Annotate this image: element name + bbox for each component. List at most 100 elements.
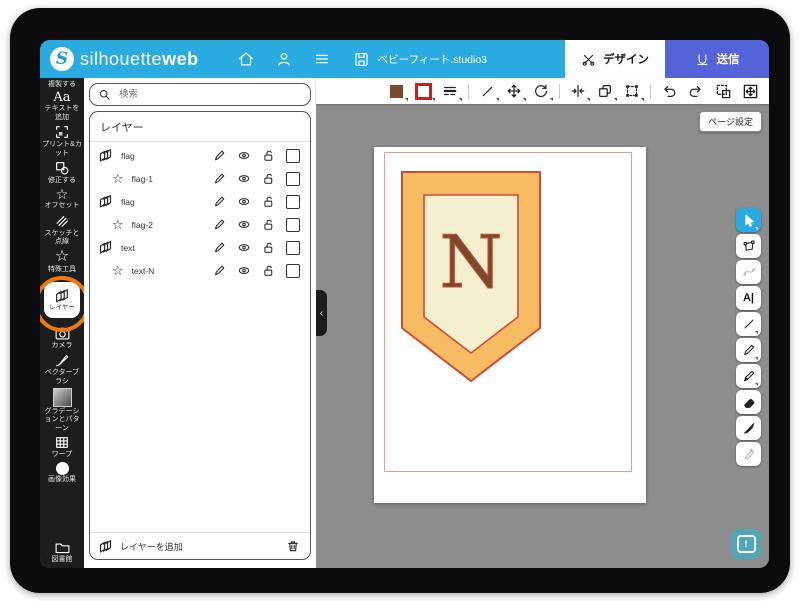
rotate-button[interactable] <box>532 82 550 100</box>
layer-row-flag-2[interactable]: flag <box>90 190 310 213</box>
visibility-eye-icon[interactable] <box>237 195 251 208</box>
fill-color-button[interactable] <box>387 82 405 100</box>
sidebar-item-warp[interactable]: ワープ <box>40 435 84 459</box>
unlock-icon[interactable] <box>262 195 275 208</box>
modify-shapes-icon <box>54 160 70 176</box>
save-file-icon <box>353 51 370 68</box>
tool-line[interactable] <box>736 312 761 336</box>
search-icon <box>98 88 111 101</box>
tool-knife[interactable] <box>736 416 761 440</box>
app-screen: S silhouetteweb ベビーフィート.studio3 デザイン 送 <box>40 40 769 568</box>
tab-send[interactable]: 送信 <box>665 40 769 78</box>
edit-pencil-icon[interactable] <box>213 195 226 208</box>
sidebar-item-add-text[interactable]: Aa テキストを追加 <box>40 91 84 122</box>
canvas-workspace[interactable]: ページ設定 N ‹ A| <box>316 104 769 568</box>
visibility-eye-icon[interactable] <box>237 264 251 277</box>
sidebar-item-special-tools[interactable]: ☆ 特殊工具 <box>40 249 84 274</box>
gradient-swatch-icon <box>53 388 72 407</box>
layer-select-checkbox[interactable] <box>286 241 300 255</box>
layer-search-input[interactable] <box>117 88 302 101</box>
tool-select[interactable] <box>736 208 761 232</box>
layer-row-text[interactable]: text <box>90 236 310 259</box>
unlock-icon[interactable] <box>262 149 275 162</box>
layer-row-flag-2-sub[interactable]: ☆ flag-2 <box>90 213 310 236</box>
menu-button[interactable] <box>313 50 331 68</box>
transform-button[interactable] <box>623 82 641 100</box>
redo-button[interactable] <box>687 82 705 100</box>
layers-button-active[interactable]: レイヤー <box>44 282 80 318</box>
edit-pencil-icon[interactable] <box>213 149 226 162</box>
hamburger-menu-icon <box>313 50 331 68</box>
edit-pencil-icon[interactable] <box>213 172 226 185</box>
sidebar-item-camera[interactable]: カメラ <box>40 325 84 350</box>
cutting-machine-icon <box>695 52 710 67</box>
draw-line-button[interactable] <box>478 82 496 100</box>
eraser-icon <box>742 395 756 409</box>
layer-row-flag-1[interactable]: flag <box>90 144 310 167</box>
layers-panel-column: レイヤー flag ☆ <box>84 78 316 568</box>
sidebar-item-camera-label: カメラ <box>42 342 82 350</box>
page-settings-button[interactable]: ページ設定 <box>699 111 762 132</box>
visibility-eye-icon[interactable] <box>237 149 251 162</box>
undo-icon <box>661 83 677 99</box>
edit-pencil-icon[interactable] <box>213 241 226 254</box>
unlock-icon[interactable] <box>262 172 275 185</box>
add-layer-button[interactable]: レイヤーを追加 <box>120 540 183 553</box>
sidebar-item-duplicate[interactable]: 複製する <box>40 81 84 89</box>
unlock-icon[interactable] <box>262 264 275 277</box>
edit-pencil-icon[interactable] <box>213 264 226 277</box>
sidebar-item-sketch[interactable]: スケッチと点線 <box>40 213 84 247</box>
layer-select-checkbox[interactable] <box>286 172 300 186</box>
sidebar-item-layers[interactable]: レイヤー <box>40 282 84 318</box>
artboard-page[interactable]: N <box>374 147 646 503</box>
sidebar-item-library[interactable]: 図書館 <box>40 540 84 564</box>
align-button[interactable] <box>569 82 587 100</box>
tool-pen[interactable] <box>736 364 761 388</box>
feedback-button[interactable]: ! <box>731 529 761 559</box>
layer-row-flag-1-sub[interactable]: ☆ flag-1 <box>90 167 310 190</box>
layers-icon <box>98 240 113 255</box>
unlock-icon[interactable] <box>262 241 275 254</box>
sidebar-item-modify[interactable]: 修正する <box>40 160 84 185</box>
layer-select-checkbox[interactable] <box>286 195 300 209</box>
toolbar-divider <box>468 84 469 99</box>
open-filename[interactable]: ベビーフィート.studio3 <box>378 52 487 67</box>
layer-select-checkbox[interactable] <box>286 218 300 232</box>
tool-pencil[interactable] <box>736 338 761 362</box>
sidebar-item-duplicate-label: 複製する <box>42 81 82 89</box>
layer-row-text-n[interactable]: ☆ text-N <box>90 259 310 282</box>
file-button[interactable] <box>353 50 371 68</box>
sidebar-item-offset[interactable]: ☆ オフセット <box>40 187 84 210</box>
stroke-color-button[interactable] <box>414 82 432 100</box>
sidebar-item-image-effects[interactable]: 画像効果 <box>40 462 84 484</box>
tool-text[interactable]: A| <box>736 286 761 310</box>
tool-polygon-select[interactable] <box>736 234 761 258</box>
layer-select-checkbox[interactable] <box>286 149 300 163</box>
layer-search-box[interactable] <box>89 83 311 106</box>
undo-button[interactable] <box>660 82 678 100</box>
account-button[interactable] <box>275 50 293 68</box>
trash-icon[interactable] <box>286 539 300 553</box>
move-button[interactable] <box>505 82 523 100</box>
sidebar-item-vector-brush[interactable]: ベクターブラシ <box>40 352 84 386</box>
sketch-hatch-icon <box>54 213 70 229</box>
duplicate-button[interactable] <box>596 82 614 100</box>
edit-pencil-icon[interactable] <box>213 218 226 231</box>
fit-to-page-button[interactable] <box>741 82 759 100</box>
tab-send-label: 送信 <box>717 51 740 67</box>
panel-collapse-handle[interactable]: ‹ <box>316 290 327 336</box>
visibility-eye-icon[interactable] <box>237 218 251 231</box>
visibility-eye-icon[interactable] <box>237 241 251 254</box>
tool-eraser[interactable] <box>736 390 761 414</box>
sidebar-item-print-cut[interactable]: プリント&カット <box>40 124 84 158</box>
visibility-eye-icon[interactable] <box>237 172 251 185</box>
pennant-flag-shape[interactable]: N <box>398 168 544 386</box>
home-button[interactable] <box>237 50 255 68</box>
exclamation-glyph: ! <box>745 539 748 549</box>
unlock-icon[interactable] <box>262 218 275 231</box>
line-style-button[interactable] <box>441 82 459 100</box>
sidebar-item-gradient-pattern[interactable]: グラデーションとパターン <box>40 388 84 433</box>
layer-select-checkbox[interactable] <box>286 264 300 278</box>
paste-in-place-button[interactable] <box>714 82 732 100</box>
tab-design[interactable]: デザイン <box>565 40 665 78</box>
